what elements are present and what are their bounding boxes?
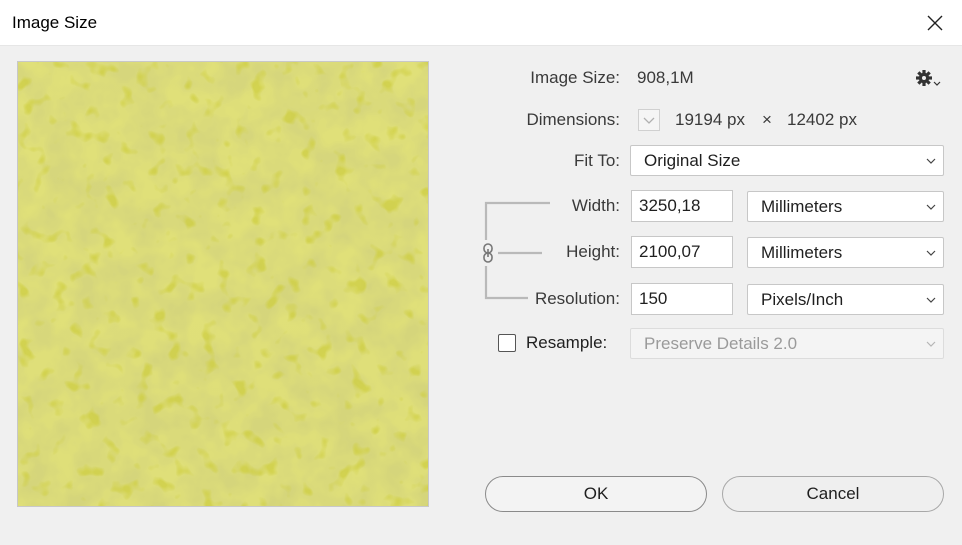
width-unit-select[interactable]: Millimeters [747,191,944,222]
height-label: Height: [566,242,620,261]
image-size-label: Image Size: [530,68,620,87]
chevron-down-icon [926,158,936,164]
fit-to-select[interactable]: Original Size [630,145,944,176]
dimensions-label: Dimensions: [526,110,620,129]
chevron-down-icon [926,297,936,303]
resolution-unit-value: Pixels/Inch [761,290,844,309]
ok-button[interactable]: OK [485,476,707,512]
resolution-unit-select[interactable]: Pixels/Inch [747,284,944,315]
width-label: Width: [571,196,620,215]
resample-checkbox[interactable] [498,334,516,352]
chevron-down-icon [643,117,655,124]
chevron-down-icon [926,250,936,256]
width-unit-value: Millimeters [761,197,843,216]
image-preview[interactable] [17,61,429,507]
close-button[interactable] [920,8,950,38]
height-unit-select[interactable]: Millimeters [747,237,944,268]
dialog-title: Image Size [12,13,98,32]
resample-method-value: Preserve Details 2.0 [644,334,798,353]
dimensions-times: × [762,110,772,129]
dimensions-width: 19194 px [675,110,745,129]
chevron-down-icon [926,204,936,210]
cancel-button[interactable]: Cancel [722,476,944,512]
resolution-input[interactable]: 150 [631,283,733,315]
chevron-down-icon [926,341,936,347]
dimensions-units-dropdown[interactable] [638,109,660,131]
resolution-label: Resolution: [534,289,620,308]
settings-button[interactable] [915,68,943,90]
title-bar: Image Size [0,0,962,46]
close-icon [927,15,943,31]
dimensions-height: 12402 px [787,110,857,129]
fit-to-label: Fit To: [574,151,620,170]
resample-label: Resample: [526,333,608,352]
width-input[interactable]: 3250,18 [631,190,733,222]
gear-icon [916,70,941,86]
image-size-value: 908,1M [637,68,694,87]
height-input[interactable]: 2100,07 [631,236,733,268]
resample-method-select[interactable]: Preserve Details 2.0 [630,328,944,359]
fit-to-value: Original Size [644,151,741,170]
height-unit-value: Millimeters [761,243,843,262]
